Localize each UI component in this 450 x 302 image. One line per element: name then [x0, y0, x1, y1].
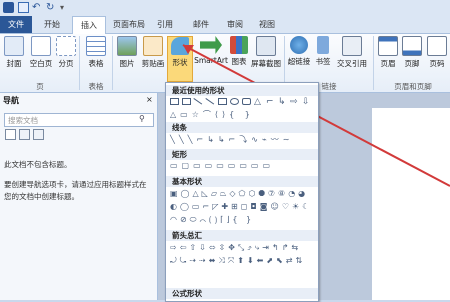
triangle-shape[interactable]: △: [254, 97, 261, 107]
down-arrow-shape[interactable]: ⇩: [302, 97, 310, 107]
line-shape[interactable]: [193, 98, 203, 105]
vertical-textbox-shape[interactable]: [182, 98, 191, 105]
section-lines: 线条: [166, 122, 318, 133]
section-basic-shapes: 基本形状: [166, 176, 318, 187]
rounded-rectangle-shape[interactable]: [242, 98, 251, 105]
recent-shapes-row2[interactable]: △▭☆⌒⟨⟩{ }: [170, 109, 254, 120]
section-recent-shapes: 最近使用的形状: [166, 85, 318, 96]
block-arrows-grid[interactable]: ⇨⇦⇧⇩⬄⇳✥⤡⤴⤷⇥↰↱⇆ ⤾⤿⇢⇢⬌⤨⤧⬆⬇⬅⬈⬉⇄⇅: [170, 241, 305, 267]
rectangle-shape[interactable]: [218, 98, 227, 105]
elbow-arrow-shape[interactable]: ↳: [278, 97, 286, 107]
textbox-shape[interactable]: [170, 98, 179, 105]
shapes-dropdown: 最近使用的形状 △ ⌐ ↳ ⇨ ⇩ △▭☆⌒⟨⟩{ } 线条 ╲╲╲⌐↳↳⌐⤵∿…: [165, 82, 319, 302]
right-arrow-shape[interactable]: ⇨: [290, 97, 298, 107]
section-equation-shapes: 公式形状: [166, 288, 318, 299]
section-block-arrows: 箭头总汇: [166, 230, 318, 241]
basic-shapes-grid[interactable]: ▣◯△◺▱⏢◇⬠⬡⯃⑦⑧◔◕ ◐◯▭⌐◸✚⊞◻◘◙☺♡☀☾ ◠⊘⬭⌒⟮⟯⌈⌋{ }: [170, 187, 312, 226]
section-rectangles: 矩形: [166, 149, 318, 160]
oval-shape[interactable]: [230, 98, 239, 105]
elbow-connector-shape[interactable]: ⌐: [266, 97, 274, 107]
rectangles-grid[interactable]: ▭▢▭▭▭▭▭▭▭: [170, 161, 274, 170]
arrow-line-shape[interactable]: [205, 98, 215, 105]
lines-grid[interactable]: ╲╲╲⌐↳↳⌐⤵∿⌁〰∼: [170, 134, 293, 145]
